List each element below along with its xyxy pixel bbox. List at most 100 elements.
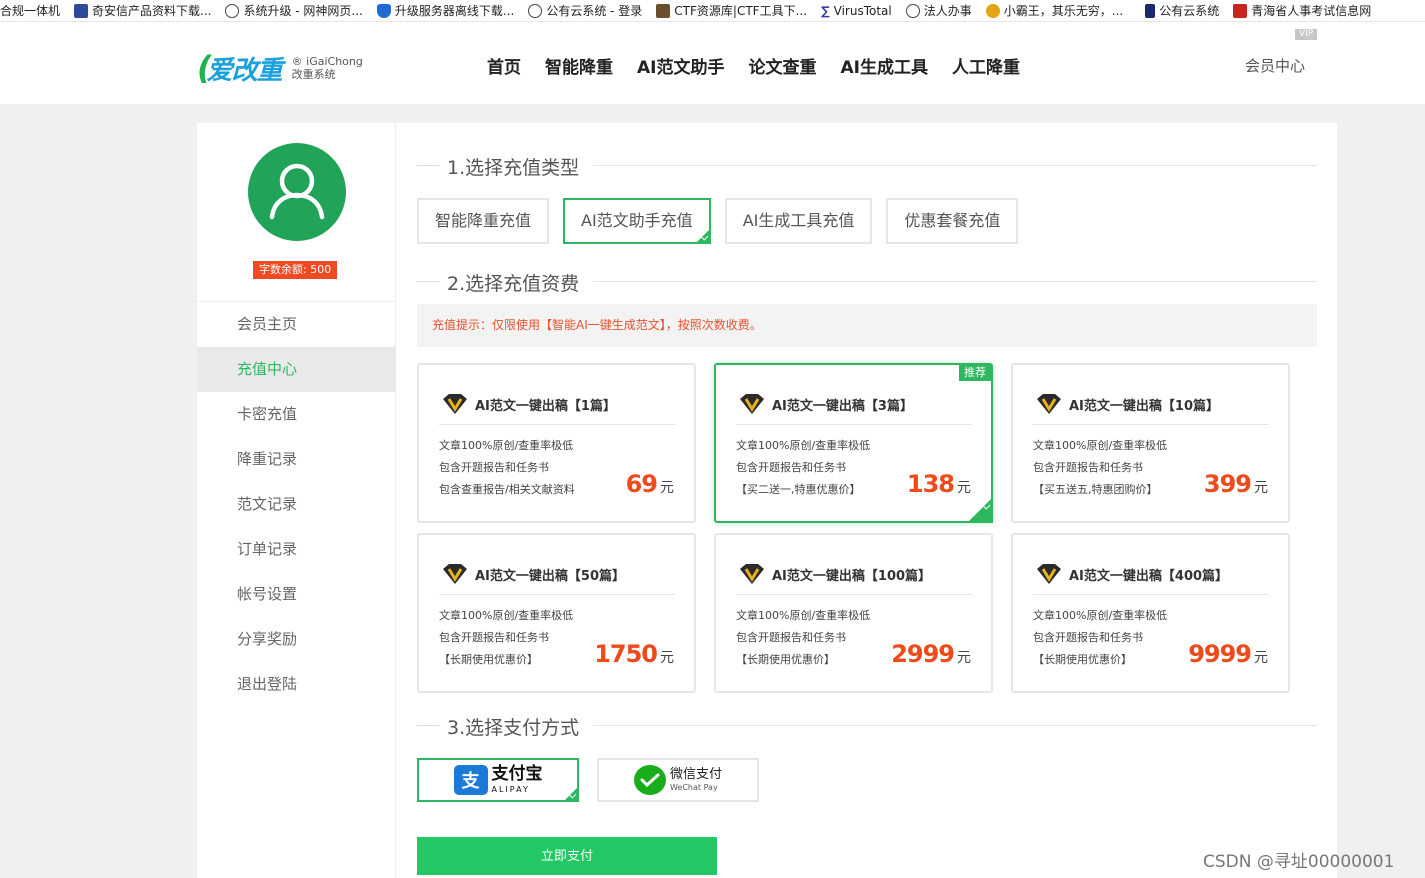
nav-home[interactable]: 首页 <box>487 53 521 78</box>
nav-plagiarism-check[interactable]: 论文查重 <box>748 53 816 78</box>
bookmark-item[interactable]: 公有云系统 - 登录 <box>528 2 642 19</box>
nav-smart-rewrite[interactable]: 智能降重 <box>545 53 613 78</box>
card-feature: 【长期使用优惠价】 <box>1033 653 1132 666</box>
sidebar-item-essay-records[interactable]: 范文记录 <box>197 482 396 527</box>
alipay-en: ALIPAY <box>491 785 530 794</box>
divider <box>1033 424 1269 425</box>
type-label: AI生成工具充值 <box>742 211 855 230</box>
section-title-text: 1.选择充值类型 <box>447 157 580 179</box>
globe-icon <box>528 3 543 18</box>
divider <box>417 725 439 726</box>
divider <box>593 725 1317 726</box>
bookmark-item[interactable]: 系统升级 - 网神网页... <box>225 2 363 19</box>
wechat-pay-option[interactable]: 微信支付 WeChat Pay <box>597 758 759 802</box>
bookmark-item[interactable]: 奇安信产品资料下载... <box>74 2 211 19</box>
bookmark-item[interactable]: 公有云系统 <box>1145 2 1219 19</box>
sidebar-menu: 会员主页 充值中心 卡密充值 降重记录 范文记录 订单记录 帐号设置 分享奖励 … <box>197 301 396 707</box>
bookmark-label: 小霸王，其乐无穷，... <box>1003 4 1124 18</box>
sidebar-item-account[interactable]: 帐号设置 <box>197 572 396 617</box>
alipay-option[interactable]: 支 支付宝 ALIPAY <box>417 758 579 802</box>
main-panel: 字数余额: 500 会员主页 充值中心 卡密充值 降重记录 范文记录 订单记录 … <box>197 123 1337 878</box>
bookmark-label: 合规一体机 <box>0 4 61 18</box>
price-card[interactable]: AI范文一键出稿【1篇】 文章100%原创/查重率极低 包含开题报告和任务书 包… <box>417 363 696 523</box>
bookmark-label: CTF资源库|CTF工具下... <box>674 4 808 18</box>
type-label: AI范文助手充值 <box>581 211 693 230</box>
game-icon <box>985 3 1000 18</box>
card-title: AI范文一键出稿【400篇】 <box>1035 563 1228 585</box>
alipay-icon: 支 <box>453 765 488 795</box>
card-feature: 【买二送一,特惠优惠价】 <box>736 483 861 496</box>
price-card[interactable]: AI范文一键出稿【400篇】 文章100%原创/查重率极低 包含开题报告和任务书… <box>1011 533 1290 693</box>
user-icon <box>269 163 325 220</box>
virustotal-icon: ∑ <box>821 3 830 18</box>
bookmark-item[interactable]: 合规一体机 <box>0 2 60 19</box>
bookmark-item[interactable]: 法人办事 <box>905 2 972 19</box>
nav-manual-rewrite[interactable]: 人工降重 <box>952 53 1020 78</box>
price-card[interactable]: AI范文一键出稿【50篇】 文章100%原创/查重率极低 包含开题报告和任务书 … <box>417 533 696 693</box>
type-package[interactable]: 优惠套餐充值 <box>886 198 1019 244</box>
type-ai-essay[interactable]: AI范文助手充值 <box>563 198 711 244</box>
nav-ai-essay[interactable]: AI范文助手 <box>637 53 724 78</box>
card-feature: 【长期使用优惠价】 <box>439 653 538 666</box>
pay-now-button[interactable]: 立即支付 <box>417 837 717 875</box>
price-card[interactable]: 推荐 AI范文一键出稿【3篇】 文章100%原创/查重率极低 包含开题报告和任务… <box>714 363 993 523</box>
site-logo[interactable]: (爱改重 ® iGaiChong 改重系统 <box>197 49 363 87</box>
divider <box>439 594 675 595</box>
price-card[interactable]: AI范文一键出稿【10篇】 文章100%原创/查重率极低 包含开题报告和任务书 … <box>1011 363 1290 523</box>
divider <box>417 281 439 282</box>
sidebar-item-share[interactable]: 分享奖励 <box>197 617 396 662</box>
bookmark-label: 系统升级 - 网神网页... <box>243 4 363 18</box>
logo-subtitle: ® iGaiChong 改重系统 <box>292 55 363 81</box>
check-icon <box>563 786 579 802</box>
bookmark-item[interactable]: 青海省人事考试信息网 <box>1233 2 1371 19</box>
sidebar-item-home[interactable]: 会员主页 <box>197 302 396 347</box>
bookmark-item[interactable]: ∑ VirusTotal <box>821 4 892 18</box>
card-title: AI范文一键出稿【1篇】 <box>441 393 616 415</box>
vip-diamond-icon <box>1037 394 1061 414</box>
type-smart-rewrite[interactable]: 智能降重充值 <box>417 198 550 244</box>
bookmark-item[interactable]: CTF资源库|CTF工具下... <box>656 2 807 19</box>
card-price: 69 元 <box>626 470 674 498</box>
price-unit: 元 <box>957 650 971 666</box>
wechat-en: WeChat Pay <box>669 783 718 792</box>
price-unit: 元 <box>660 480 674 496</box>
section-title-text: 3.选择支付方式 <box>447 717 580 739</box>
shield-icon <box>376 3 391 18</box>
card-title: AI范文一键出稿【100篇】 <box>738 563 931 585</box>
price-unit: 元 <box>1254 480 1268 496</box>
sidebar-item-orders[interactable]: 订单记录 <box>197 527 396 572</box>
member-center-link[interactable]: 会员中心 <box>1245 55 1305 76</box>
type-ai-tools[interactable]: AI生成工具充值 <box>724 198 873 244</box>
bookmark-item[interactable]: 小霸王，其乐无穷，... <box>985 2 1124 19</box>
card-price: 2999 元 <box>891 640 971 668</box>
card-feature: 包含开题报告和任务书 <box>1033 631 1143 644</box>
card-feature: 包含开题报告和任务书 <box>439 631 549 644</box>
card-feature: 文章100%原创/查重率极低 <box>1033 609 1168 622</box>
wechat-cn: 微信支付 <box>669 767 722 782</box>
section-title: 2.选择充值资费 <box>417 239 1317 295</box>
card-feature: 包含开题报告和任务书 <box>439 461 549 474</box>
divider <box>736 594 972 595</box>
card-title-text: AI范文一键出稿【10篇】 <box>1069 398 1219 414</box>
payment-method-group: 支 支付宝 ALIPAY 微信支付 WeChat Pay <box>417 758 777 802</box>
sidebar-item-card-recharge[interactable]: 卡密充值 <box>197 392 396 437</box>
card-feature: 包含开题报告和任务书 <box>1033 461 1143 474</box>
bookmarks-bar: 合规一体机 奇安信产品资料下载... 系统升级 - 网神网页... 升级服务器离… <box>0 0 1425 22</box>
vip-badge: VIP <box>1295 29 1318 40</box>
bookmark-item[interactable]: 升级服务器离线下载... <box>376 2 514 19</box>
price-card[interactable]: AI范文一键出稿【100篇】 文章100%原创/查重率极低 包含开题报告和任务书… <box>714 533 993 693</box>
logo-sub-line: ® iGaiChong <box>291 55 363 68</box>
price-value: 1750 <box>594 640 658 668</box>
vip-diamond-icon <box>443 564 467 584</box>
nav-ai-tools[interactable]: AI生成工具 <box>840 53 927 78</box>
avatar-icon <box>656 3 671 18</box>
logo-sub-line: 改重系统 <box>291 68 336 81</box>
price-value: 9999 <box>1188 640 1252 668</box>
sidebar-item-rewrite-records[interactable]: 降重记录 <box>197 437 396 482</box>
sidebar-item-recharge[interactable]: 充值中心 <box>197 347 396 392</box>
balance-badge: 字数余额: 500 <box>253 261 338 279</box>
bookmark-label: VirusTotal <box>833 3 892 18</box>
sidebar-item-logout[interactable]: 退出登陆 <box>197 662 396 707</box>
avatar[interactable] <box>248 143 346 241</box>
card-feature: 文章100%原创/查重率极低 <box>1033 439 1168 452</box>
